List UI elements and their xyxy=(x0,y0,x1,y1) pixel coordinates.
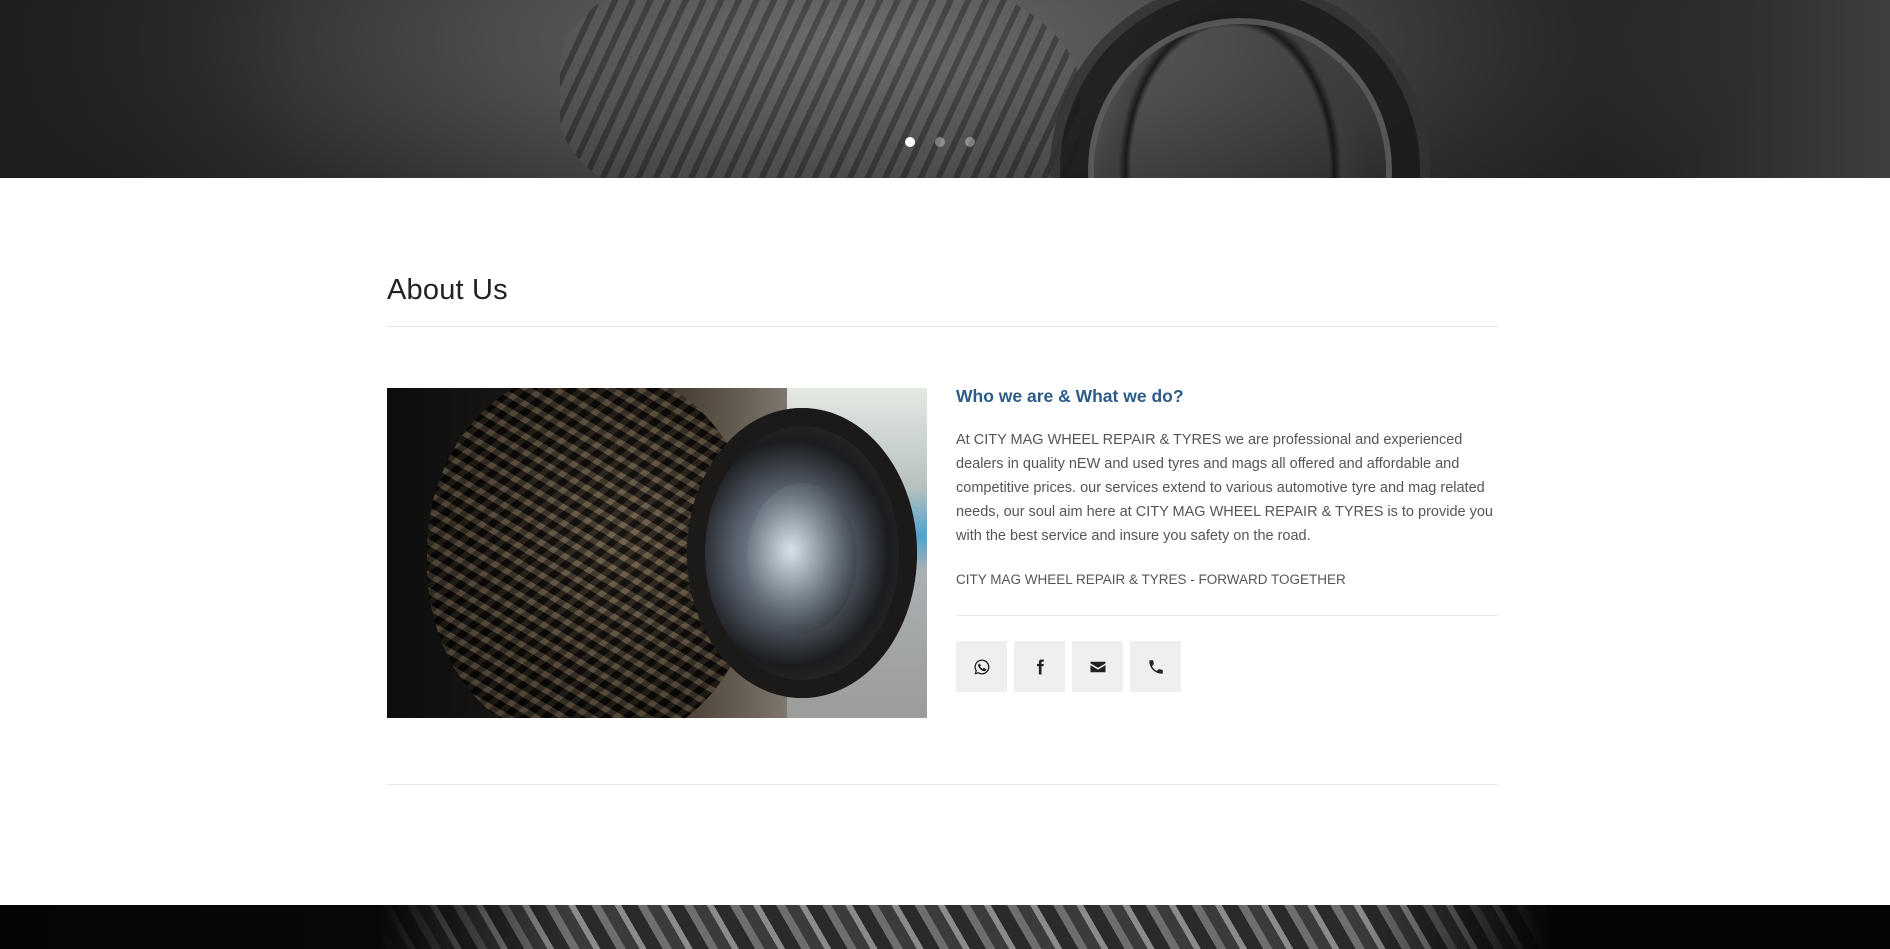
facebook-icon xyxy=(1036,659,1044,674)
tire-tread-graphic xyxy=(560,0,1080,178)
slider-pagination xyxy=(905,137,975,147)
about-image xyxy=(387,388,927,718)
about-heading: Who we are & What we do? xyxy=(956,386,1184,406)
slider-dot-3[interactable] xyxy=(965,137,975,147)
about-tagline: CITY MAG WHEEL REPAIR & TYRES - FORWARD … xyxy=(956,572,1346,587)
slider-dot-1[interactable] xyxy=(905,137,915,147)
divider xyxy=(387,326,1498,327)
email-icon xyxy=(1090,661,1105,672)
whatsapp-icon xyxy=(974,659,989,674)
facebook-button[interactable] xyxy=(1014,641,1065,692)
divider xyxy=(956,615,1498,616)
phone-button[interactable] xyxy=(1130,641,1181,692)
email-button[interactable] xyxy=(1072,641,1123,692)
slider-dot-2[interactable] xyxy=(935,137,945,147)
about-description: At CITY MAG WHEEL REPAIR & TYRES we are … xyxy=(956,432,1493,544)
wheel-graphic xyxy=(1060,0,1420,178)
phone-icon xyxy=(1148,659,1163,674)
divider xyxy=(387,784,1498,785)
section-title: About Us xyxy=(387,274,508,306)
social-links xyxy=(956,641,1181,692)
whatsapp-button[interactable] xyxy=(956,641,1007,692)
hero-slider xyxy=(0,0,1890,178)
next-section-banner xyxy=(0,905,1890,949)
